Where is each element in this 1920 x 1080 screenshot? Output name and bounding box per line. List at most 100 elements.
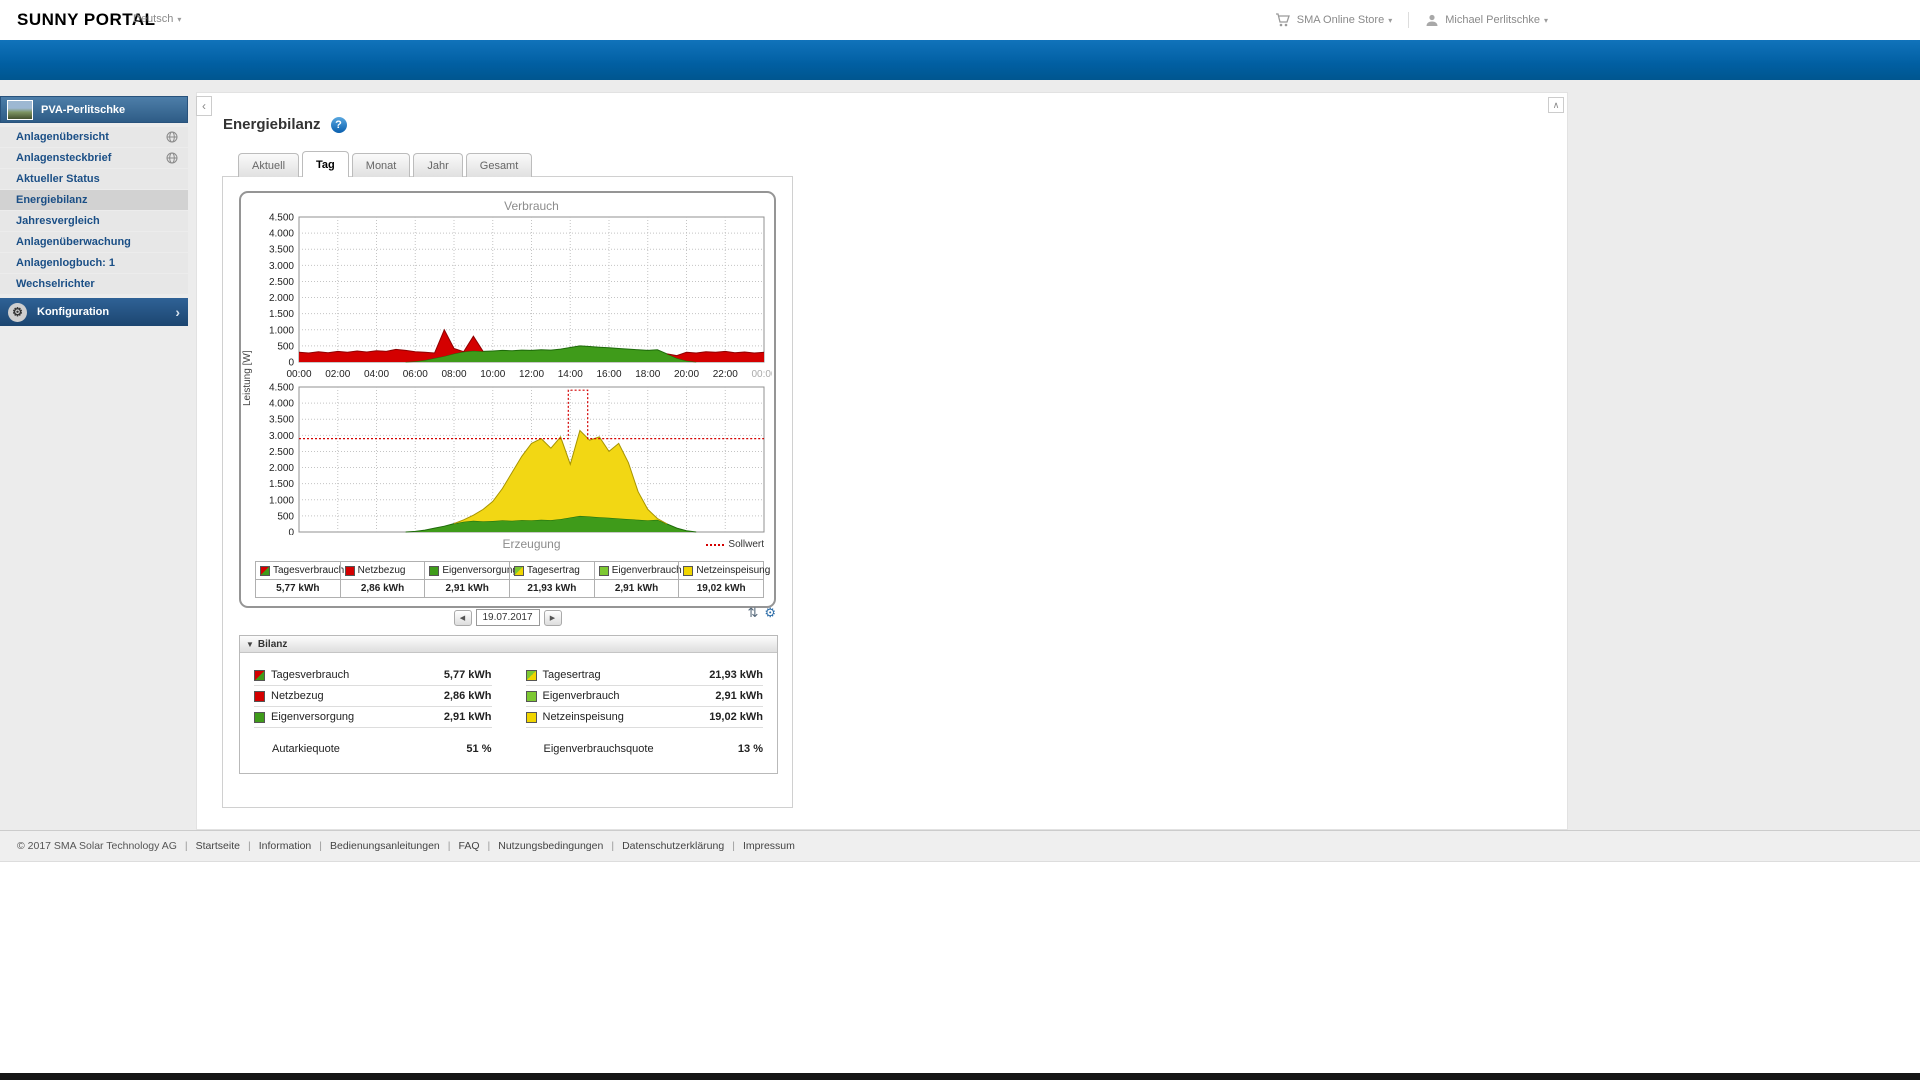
sidebar-item-label: Jahresvergleich — [16, 215, 100, 227]
bilanz-row-eigenverbrauch: Eigenverbrauch2,91 kWh — [526, 686, 764, 707]
sidebar-item-anlagenueberwachung[interactable]: Anlagenüberwachung — [0, 232, 188, 252]
legend-label: Netzeinspeisung — [696, 565, 770, 576]
svg-text:4.500: 4.500 — [269, 213, 294, 224]
sidebar-item-anlagenlogbuch-1[interactable]: Anlagenlogbuch: 1 — [0, 253, 188, 273]
footer-separator: | — [185, 840, 188, 852]
legend-value: 2,91 kWh — [595, 580, 679, 597]
bilanz-swatch — [526, 691, 537, 702]
dashed-line-swatch — [706, 544, 724, 546]
svg-text:3.500: 3.500 — [269, 245, 294, 256]
sidebar-item-konfiguration[interactable]: ⚙ Konfiguration › — [0, 298, 188, 326]
bilanz-right-column: Tagesertrag21,93 kWhEigenverbrauch2,91 k… — [526, 665, 764, 759]
footer-link-information[interactable]: Information — [259, 840, 312, 852]
chart-title-row: Erzeugung Sollwert — [241, 537, 774, 555]
language-label: Deutsch — [133, 13, 173, 25]
legend-swatch — [683, 566, 693, 576]
footer-link-faq[interactable]: FAQ — [458, 840, 479, 852]
svg-text:500: 500 — [277, 341, 294, 352]
sidebar-item-energiebilanz[interactable]: Energiebilanz — [0, 190, 188, 210]
footer-link-impressum[interactable]: Impressum — [743, 840, 795, 852]
user-name: Michael Perlitschke — [1445, 14, 1540, 26]
bilanz-row-tagesertrag: Tagesertrag21,93 kWh — [526, 665, 764, 686]
legend-cell-eigenverbrauch: Eigenverbrauch 2,91 kWh — [594, 562, 679, 597]
chart-title-erzeugung: Erzeugung — [299, 537, 764, 551]
user-menu[interactable]: Michael Perlitschke ▾ — [1445, 14, 1548, 26]
svg-text:4.500: 4.500 — [269, 383, 294, 394]
bilanz-row-autarkiequote: Autarkiequote51 % — [254, 738, 492, 759]
svg-text:20:00: 20:00 — [674, 369, 699, 380]
store-label: SMA Online Store — [1297, 14, 1384, 26]
page-title-row: Energiebilanz ? — [223, 116, 347, 133]
store-link[interactable]: SMA Online Store ▾ — [1297, 14, 1392, 26]
page-title: Energiebilanz — [223, 116, 321, 133]
scale-icon[interactable]: ⇅ — [747, 605, 758, 621]
tab-tag[interactable]: Tag — [302, 151, 349, 177]
legend-value: 19,02 kWh — [679, 580, 763, 597]
legend-cell-tagesverbrauch: Tagesverbrauch5,77 kWh — [256, 562, 340, 597]
sidebar-item-aktueller-status[interactable]: Aktueller Status — [0, 169, 188, 189]
svg-text:14:00: 14:00 — [558, 369, 583, 380]
legend-swatch — [599, 566, 609, 576]
user-icon — [1425, 13, 1439, 27]
date-input[interactable] — [476, 609, 540, 626]
globe-icon — [166, 152, 178, 164]
legend-label: Eigenversorgung — [442, 565, 518, 576]
footer-link-datenschutzerklaerung[interactable]: Datenschutzerklärung — [622, 840, 724, 852]
bilanz-label: Autarkiequote — [272, 743, 466, 755]
footer-copyright: © 2017 SMA Solar Technology AG — [17, 840, 177, 852]
footer-separator: | — [732, 840, 735, 852]
sidebar-item-anlagenuebersicht[interactable]: Anlagenübersicht — [0, 127, 188, 147]
svg-text:1.000: 1.000 — [269, 495, 294, 506]
legend-label: Netzbezug — [358, 565, 406, 576]
svg-text:4.000: 4.000 — [269, 229, 294, 240]
sidebar-item-anlagensteckbrief[interactable]: Anlagensteckbrief — [0, 148, 188, 168]
prev-day-button[interactable]: ◀ — [454, 610, 472, 626]
svg-text:00:00: 00:00 — [751, 369, 772, 380]
next-day-button[interactable]: ▶ — [544, 610, 562, 626]
svg-text:2.000: 2.000 — [269, 463, 294, 474]
gear-icon: ⚙ — [8, 303, 27, 322]
svg-text:1.500: 1.500 — [269, 309, 294, 320]
language-selector[interactable]: Deutsch ▾ — [133, 13, 181, 25]
legend-swatch — [429, 566, 439, 576]
bilanz-body: Tagesverbrauch5,77 kWhNetzbezug2,86 kWhE… — [240, 653, 777, 773]
legend-label: Eigenverbrauch — [612, 565, 682, 576]
tab-jahr[interactable]: Jahr — [413, 153, 462, 177]
tab-aktuell[interactable]: Aktuell — [238, 153, 299, 177]
bilanz-header[interactable]: ▼ Bilanz — [240, 636, 777, 653]
legend-cell-eigenversorgung: Eigenversorgung2,91 kWh — [424, 562, 509, 597]
tab-gesamt[interactable]: Gesamt — [466, 153, 533, 177]
verbrauch-chart: 05001.0001.5002.0002.5003.0003.5004.0004… — [241, 213, 772, 383]
chevron-right-icon: › — [175, 304, 180, 320]
plant-name: PVA-Perlitschke — [41, 104, 125, 116]
sidebar-item-wechselrichter[interactable]: Wechselrichter — [0, 274, 188, 294]
sidebar-item-jahresvergleich[interactable]: Jahresvergleich — [0, 211, 188, 231]
tab-monat[interactable]: Monat — [352, 153, 411, 177]
sidebar-item-label: Anlagenübersicht — [16, 131, 109, 143]
bilanz-row-eigenverbrauchsquote: Eigenverbrauchsquote13 % — [526, 738, 764, 759]
bilanz-label: Netzbezug — [271, 690, 444, 702]
footer-separator: | — [448, 840, 451, 852]
legend-value: 21,93 kWh — [510, 580, 594, 597]
content-panel: Verbrauch 05001.0001.5002.0002.5003.0003… — [222, 176, 793, 808]
bilanz-value: 51 % — [466, 743, 491, 755]
svg-text:22:00: 22:00 — [713, 369, 738, 380]
sidebar-collapse-button[interactable]: ‹ — [196, 96, 212, 116]
chart-title-verbrauch: Verbrauch — [299, 199, 764, 213]
scroll-top-button[interactable]: ∧ — [1548, 97, 1564, 113]
svg-text:3.000: 3.000 — [269, 431, 294, 442]
help-icon[interactable]: ? — [331, 117, 347, 133]
topbar-right: SMA Online Store ▾ Michael Perlitschke ▾ — [1275, 0, 1548, 40]
chart-settings-icon[interactable]: ⚙ — [764, 605, 776, 621]
bilanz-label: Netzeinspeisung — [543, 711, 710, 723]
footer-link-bedienungsanleitungen[interactable]: Bedienungsanleitungen — [330, 840, 440, 852]
footer-separator: | — [319, 840, 322, 852]
footer-link-nutzungsbedingungen[interactable]: Nutzungsbedingungen — [498, 840, 603, 852]
legend-name: Netzeinspeisung — [679, 562, 763, 580]
footer-link-startseite[interactable]: Startseite — [196, 840, 240, 852]
sidebar-menu: Anlagenübersicht AnlagensteckbriefAktuell… — [0, 127, 188, 294]
svg-text:10:00: 10:00 — [480, 369, 505, 380]
sidebar: PVA-Perlitschke Anlagenübersicht Anlagens… — [0, 96, 188, 326]
bilanz-row-eigenversorgung: Eigenversorgung2,91 kWh — [254, 707, 492, 728]
plant-header[interactable]: PVA-Perlitschke — [0, 96, 188, 123]
